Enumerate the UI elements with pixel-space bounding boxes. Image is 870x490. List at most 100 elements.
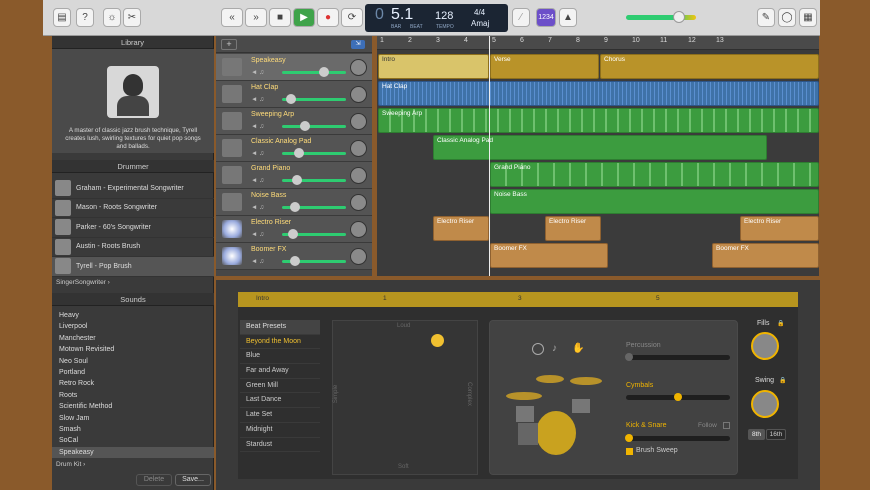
region-hat-clap[interactable]: Hat Clap: [378, 81, 819, 106]
pan-knob[interactable]: [350, 167, 367, 184]
drummer-row[interactable]: Austin - Roots Brush: [52, 238, 214, 257]
region-classic-analog-pad[interactable]: Classic Analog Pad: [433, 135, 767, 160]
track-volume-knob[interactable]: [300, 121, 310, 131]
mute-solo-icons[interactable]: ◄ ♫: [251, 123, 264, 130]
mute-solo-icons[interactable]: ◄ ♫: [251, 69, 264, 76]
track-header-boomer-fx[interactable]: Boomer FX ◄ ♫: [216, 243, 372, 270]
kick-snare-slider-knob[interactable]: [625, 434, 633, 442]
track-header-classic-analog-pad[interactable]: Classic Analog Pad ◄ ♫: [216, 135, 372, 162]
swing-knob[interactable]: [751, 390, 779, 418]
track-volume-knob[interactable]: [319, 67, 329, 77]
region-verse[interactable]: Verse: [490, 54, 599, 79]
editors-button[interactable]: ✂: [123, 8, 141, 27]
library-toggle-button[interactable]: ▤: [53, 8, 71, 27]
pan-knob[interactable]: [350, 59, 367, 76]
sound-item[interactable]: Scientific Method: [52, 401, 214, 412]
forward-button[interactable]: »: [245, 8, 267, 27]
count-in-button[interactable]: 1234: [536, 8, 556, 27]
follow-checkbox[interactable]: [723, 422, 730, 429]
preset-item[interactable]: Blue: [240, 349, 320, 365]
kick-snare-slider[interactable]: [626, 436, 730, 441]
preset-item-selected[interactable]: Beyond the Moon: [240, 335, 320, 350]
swing-16th-button[interactable]: 16th: [766, 429, 786, 440]
region-chorus[interactable]: Chorus: [600, 54, 819, 79]
sound-item[interactable]: Portland: [52, 367, 214, 378]
track-volume-knob[interactable]: [290, 256, 300, 266]
editor-region-bar[interactable]: Intro 1 3 5: [238, 292, 798, 307]
track-volume-knob[interactable]: [290, 202, 300, 212]
region-boomer-fx-2[interactable]: Boomer FX: [712, 243, 819, 268]
preset-item[interactable]: Late Set: [240, 408, 320, 423]
stop-button[interactable]: ■: [269, 8, 291, 27]
sound-item[interactable]: Motown Revisited: [52, 344, 214, 355]
drummer-row[interactable]: Mason - Roots Songwriter: [52, 199, 214, 218]
xy-puck[interactable]: [431, 334, 444, 347]
preset-item[interactable]: Far and Away: [240, 364, 320, 379]
sound-item[interactable]: Slow Jam: [52, 413, 214, 424]
fills-knob[interactable]: [751, 332, 779, 360]
swing-8th-button[interactable]: 8th: [748, 429, 765, 440]
pan-knob[interactable]: [350, 194, 367, 211]
percussion-slider[interactable]: [626, 355, 730, 360]
drummer-row[interactable]: Parker - 60's Songwriter: [52, 218, 214, 238]
preset-item[interactable]: Midnight: [240, 423, 320, 438]
track-volume-slider[interactable]: [282, 125, 346, 128]
percussion-slider-knob[interactable]: [625, 353, 633, 361]
timeline-ruler[interactable]: 1 2 3 4 5 6 7 8 9 10 11 12 13: [377, 36, 819, 50]
mute-solo-icons[interactable]: ◄ ♫: [251, 96, 264, 103]
mute-solo-icons[interactable]: ◄ ♫: [251, 177, 264, 184]
quick-help-button[interactable]: ?: [76, 8, 94, 27]
pan-knob[interactable]: [350, 248, 367, 265]
sound-item[interactable]: Liverpool: [52, 321, 214, 332]
rewind-button[interactable]: «: [221, 8, 243, 27]
cycle-button[interactable]: ⟳: [341, 8, 363, 27]
record-button[interactable]: ●: [317, 8, 339, 27]
master-volume-knob[interactable]: [673, 11, 685, 23]
region-boomer-fx-1[interactable]: Boomer FX: [490, 243, 608, 268]
xy-pad[interactable]: Loud Soft Simple Complex: [332, 320, 478, 475]
track-header-speakeasy[interactable]: Speakeasy ◄ ♫: [216, 54, 372, 81]
play-button[interactable]: ▶: [293, 8, 315, 27]
genre-selector[interactable]: SingerSongwriter ›: [56, 279, 110, 286]
pan-knob[interactable]: [350, 113, 367, 130]
track-volume-knob[interactable]: [288, 229, 298, 239]
delete-button[interactable]: Delete: [136, 474, 172, 486]
metronome-button[interactable]: ▲: [559, 8, 577, 27]
shaker-icon[interactable]: ♪: [552, 343, 557, 354]
track-header-noise-bass[interactable]: Noise Bass ◄ ♫: [216, 189, 372, 216]
brush-sweep-checkbox[interactable]: [626, 448, 633, 455]
sound-item[interactable]: Manchester: [52, 333, 214, 344]
media-browser-button[interactable]: ▦: [799, 8, 817, 27]
mute-solo-icons[interactable]: ◄ ♫: [251, 231, 264, 238]
drummer-row-selected[interactable]: Tyrell - Pop Brush: [52, 257, 214, 277]
mute-solo-icons[interactable]: ◄ ♫: [251, 204, 264, 211]
master-volume-slider[interactable]: [626, 15, 696, 20]
track-volume-slider[interactable]: [282, 71, 346, 74]
region-grand-piano[interactable]: Grand Piano: [490, 162, 819, 187]
playhead[interactable]: [489, 36, 490, 276]
pan-knob[interactable]: [350, 140, 367, 157]
lock-icon[interactable]: 🔒: [777, 320, 784, 327]
drum-kit-illustration[interactable]: [494, 351, 614, 471]
region-electro-riser-1[interactable]: Electro Riser: [433, 216, 489, 241]
region-intro[interactable]: Intro: [378, 54, 489, 79]
sound-item[interactable]: SoCal: [52, 435, 214, 446]
tuner-button[interactable]: ⁄: [512, 8, 530, 27]
region-sweeping-arp[interactable]: Sweeping Arp: [378, 108, 819, 133]
cymbals-slider-knob[interactable]: [674, 393, 682, 401]
kit-selector[interactable]: Drum Kit ›: [56, 461, 85, 468]
sound-item-selected[interactable]: Speakeasy: [52, 446, 214, 459]
clap-icon[interactable]: ✋: [572, 343, 584, 354]
tambourine-icon[interactable]: [532, 343, 544, 355]
track-header-electro-riser[interactable]: Electro Riser ◄ ♫: [216, 216, 372, 243]
region-electro-riser-3[interactable]: Electro Riser: [740, 216, 819, 241]
pan-knob[interactable]: [350, 86, 367, 103]
track-volume-knob[interactable]: [292, 175, 302, 185]
region-noise-bass[interactable]: Noise Bass: [490, 189, 819, 214]
sound-item[interactable]: Smash: [52, 424, 214, 435]
lock-icon[interactable]: 🔒: [779, 377, 786, 384]
track-header-grand-piano[interactable]: Grand Piano ◄ ♫: [216, 162, 372, 189]
mute-solo-icons[interactable]: ◄ ♫: [251, 258, 264, 265]
sound-item[interactable]: Heavy: [52, 310, 214, 321]
track-header-sweeping-arp[interactable]: Sweeping Arp ◄ ♫: [216, 108, 372, 135]
